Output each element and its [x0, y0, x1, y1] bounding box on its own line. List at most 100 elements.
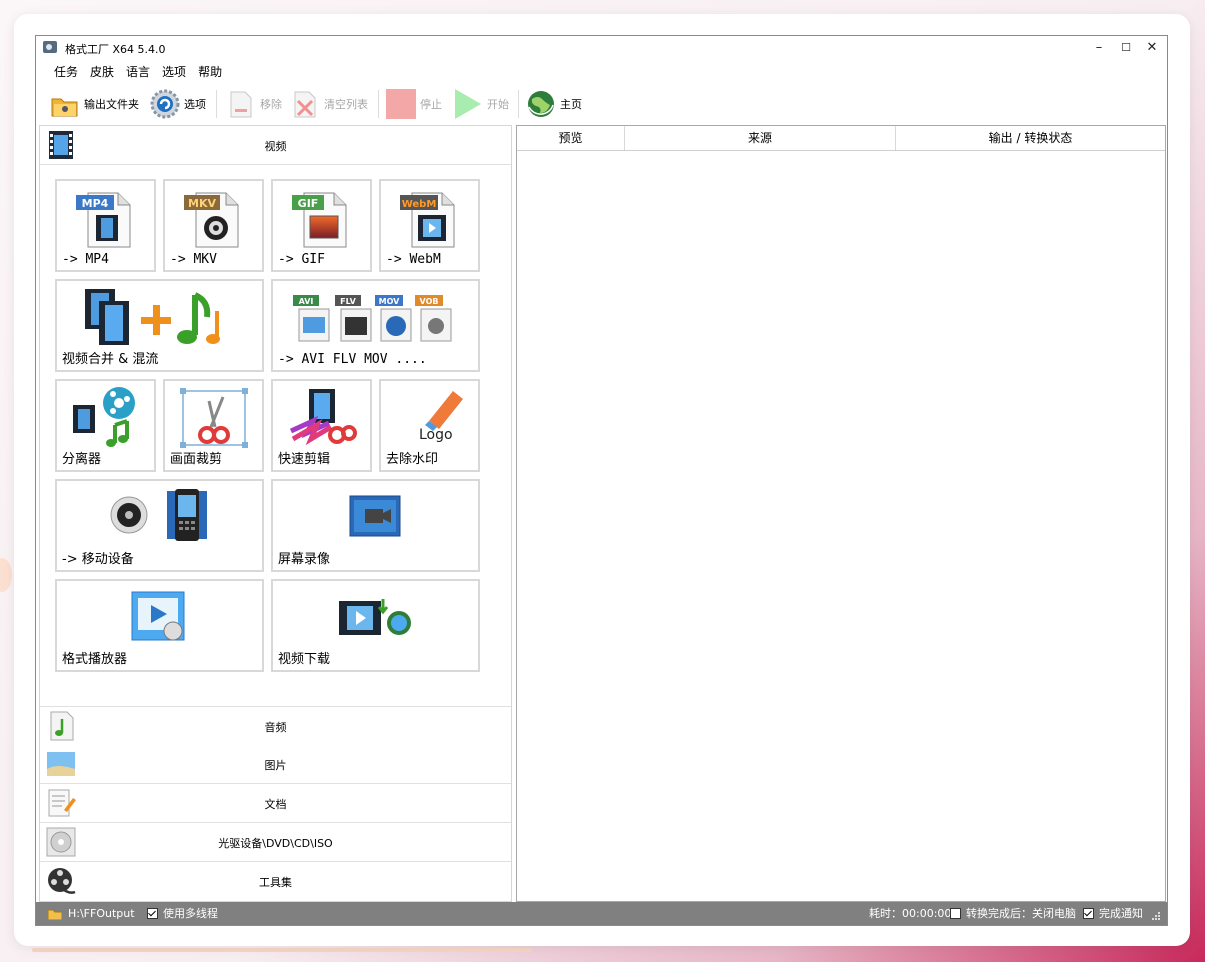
home-label: 主页 [560, 98, 582, 111]
category-image[interactable]: 图片 [40, 745, 511, 784]
splitter-icon [73, 387, 135, 447]
close-button[interactable]: ✕ [1139, 38, 1165, 58]
after-done-label: 转换完成后：关闭电脑 [966, 907, 1076, 920]
status-bar: H:\FFOutput 使用多线程 耗时：00:00:00 转换完成后：关闭电脑… [36, 902, 1167, 925]
clear-list-label: 清空列表 [324, 98, 368, 111]
output-path: H:\FFOutput [68, 907, 135, 920]
multi-format-icon: AVI FLV MOV VOB [293, 295, 452, 342]
remove-label: 移除 [260, 98, 282, 111]
tile-mkv[interactable]: MKV -> MKV [163, 179, 264, 272]
menu-options[interactable]: 选项 [156, 63, 192, 81]
output-folder-button[interactable]: 输出文件夹 [50, 88, 139, 120]
notify-toggle[interactable]: 完成通知 [1083, 902, 1143, 925]
menu-help[interactable]: 帮助 [192, 63, 228, 81]
gif-badge-text: GIF [298, 197, 319, 210]
output-path-button[interactable]: H:\FFOutput [48, 902, 135, 925]
tile-mobile[interactable]: -> 移动设备 [55, 479, 264, 572]
column-preview[interactable]: 预览 [517, 126, 625, 150]
window-title: 格式工厂 X64 5.4.0 [65, 43, 166, 56]
tile-splitter[interactable]: 分离器 [55, 379, 156, 472]
tile-quick-edit[interactable]: 快速剪辑 [271, 379, 372, 472]
category-pane: 视频 MP4 -> MP4 MKV -> MKV GIF -> GIF WebM… [39, 125, 512, 902]
menu-task[interactable]: 任务 [48, 63, 84, 81]
menu-language[interactable]: 语言 [120, 63, 156, 81]
globe-icon [526, 89, 556, 119]
eraser-icon: Logo [419, 391, 463, 443]
tile-crop-label: 画面裁剪 [170, 452, 223, 467]
remove-doc-icon [226, 89, 256, 119]
tile-crop[interactable]: 画面裁剪 [163, 379, 264, 472]
tile-remove-watermark[interactable]: Logo 去除水印 [379, 379, 480, 472]
menu-bar: 任务 皮肤 语言 选项 帮助 [48, 63, 228, 81]
home-button[interactable]: 主页 [526, 88, 582, 120]
tile-quick-edit-label: 快速剪辑 [278, 452, 331, 467]
mkv-badge-text: MKV [188, 197, 216, 210]
multithread-checkbox[interactable] [147, 908, 158, 919]
maximize-button[interactable]: ☐ [1113, 38, 1139, 58]
mov-badge-text: MOV [379, 297, 401, 306]
tile-splitter-label: 分离器 [62, 452, 102, 467]
tile-mp4[interactable]: MP4 -> MP4 [55, 179, 156, 272]
elapsed-label: 耗时：00:00:00 [869, 907, 952, 920]
toolbar-separator [216, 90, 217, 118]
screen-record-icon [349, 495, 401, 537]
output-folder-label: 输出文件夹 [84, 98, 139, 111]
start-button[interactable]: 开始 [453, 88, 509, 120]
clear-list-icon [290, 89, 320, 119]
vob-badge-text: VOB [420, 297, 439, 306]
task-list[interactable]: 预览 来源 输出 / 转换状态 [516, 125, 1166, 902]
tile-gif[interactable]: GIF -> GIF [271, 179, 372, 272]
tile-screen-record-label: 屏幕录像 [278, 552, 331, 567]
video-download-icon [339, 599, 411, 635]
options-label: 选项 [184, 98, 206, 111]
tile-webm[interactable]: WebM -> WebM [379, 179, 480, 272]
gear-icon [150, 89, 180, 119]
tile-merge[interactable]: 视频合并 & 混流 [55, 279, 264, 372]
tile-player-label: 格式播放器 [62, 652, 128, 667]
tile-multi-format[interactable]: AVI FLV MOV VOB -> AVI FLV MOV .... [271, 279, 480, 372]
app-window: 格式工厂 X64 5.4.0 – ☐ ✕ 任务 皮肤 语言 选项 帮助 输出文件… [35, 35, 1168, 926]
category-video[interactable]: 视频 [40, 126, 511, 165]
menu-skin[interactable]: 皮肤 [84, 63, 120, 81]
toolbar-separator [518, 90, 519, 118]
column-output-status[interactable]: 输出 / 转换状态 [896, 126, 1165, 150]
category-tools-label: 工具集 [259, 876, 292, 889]
clear-list-button[interactable]: 清空列表 [290, 88, 368, 120]
tile-merge-label: 视频合并 & 混流 [62, 352, 159, 367]
merge-icon [85, 289, 220, 345]
multithread-toggle[interactable]: 使用多线程 [147, 902, 218, 925]
category-video-label: 视频 [264, 140, 287, 153]
tile-screen-record[interactable]: 屏幕录像 [271, 479, 480, 572]
stop-label: 停止 [420, 98, 442, 111]
remove-button[interactable]: 移除 [226, 88, 282, 120]
title-bar: 格式工厂 X64 5.4.0 – ☐ ✕ [36, 36, 1167, 60]
category-disc[interactable]: 光驱设备\DVD\CD\ISO [40, 823, 511, 862]
minimize-button[interactable]: – [1086, 38, 1112, 58]
options-button[interactable]: 选项 [150, 88, 206, 120]
tile-player[interactable]: 格式播放器 [55, 579, 264, 672]
mp4-file-icon: MP4 [76, 192, 131, 248]
category-tools[interactable]: 工具集 [40, 862, 511, 900]
notify-checkbox[interactable] [1083, 908, 1094, 919]
tile-remove-watermark-label: 去除水印 [386, 452, 439, 467]
resize-grip-icon[interactable] [1151, 911, 1161, 921]
category-document[interactable]: 文档 [40, 784, 511, 823]
elapsed-time: 耗时：00:00:00 [869, 902, 951, 925]
avi-badge-text: AVI [299, 297, 314, 306]
category-audio-label: 音频 [264, 721, 287, 734]
tile-mkv-label: -> MKV [170, 252, 217, 267]
stop-button[interactable]: 停止 [386, 88, 442, 120]
tile-gif-label: -> GIF [278, 252, 325, 267]
after-done-checkbox[interactable] [950, 908, 961, 919]
multithread-label: 使用多线程 [163, 907, 218, 920]
folder-icon [50, 89, 80, 119]
after-done-toggle[interactable]: 转换完成后：关闭电脑 [950, 902, 1076, 925]
player-icon [131, 591, 185, 641]
webm-file-icon: WebM [400, 192, 455, 248]
webm-badge-text: WebM [402, 199, 437, 210]
column-source[interactable]: 来源 [625, 126, 896, 150]
tile-video-download[interactable]: 视频下载 [271, 579, 480, 672]
background-decoration [0, 558, 12, 592]
tile-mobile-label: -> 移动设备 [62, 552, 134, 567]
category-audio[interactable]: 音频 [40, 706, 511, 746]
